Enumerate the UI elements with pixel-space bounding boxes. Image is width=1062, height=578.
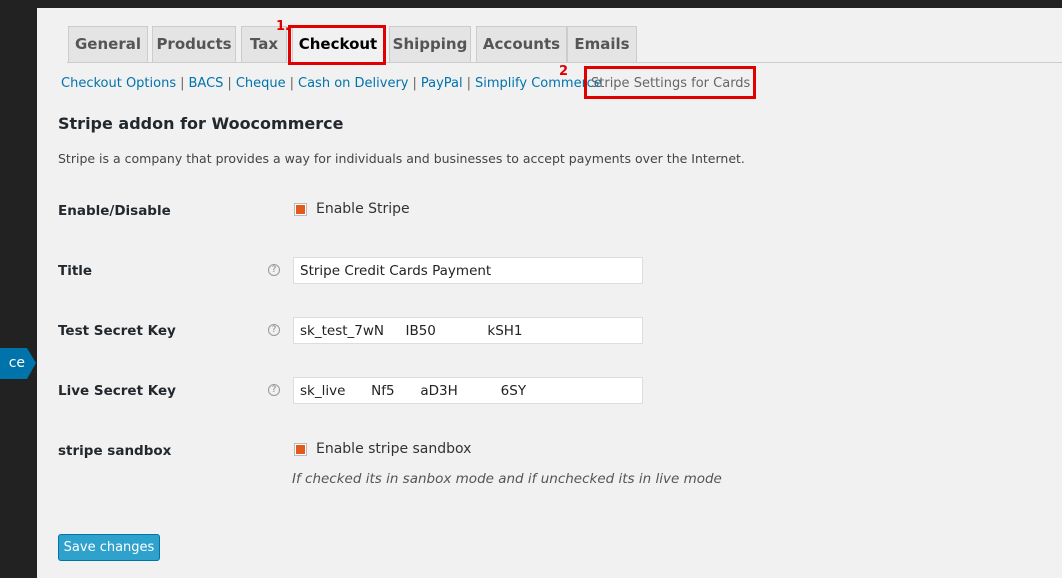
sandbox-checkbox[interactable]: [294, 443, 307, 456]
subnav-checkout-options[interactable]: Checkout Options: [61, 76, 176, 91]
subnav-separator: |: [289, 76, 295, 91]
tabs-divider: [67, 62, 1062, 63]
title-input[interactable]: [293, 257, 643, 284]
enable-label: Enable/Disable: [58, 203, 171, 219]
title-label: Title: [58, 263, 93, 279]
subnav-separator: |: [180, 76, 185, 91]
subnav-separator: |: [227, 76, 232, 91]
settings-page: General Products Tax Checkout Shipping A…: [37, 8, 1062, 578]
sandbox-checkbox-label: Enable stripe sandbox: [316, 441, 472, 457]
live-secret-key-label: Live Secret Key: [58, 383, 176, 399]
tab-accounts[interactable]: Accounts: [476, 26, 567, 62]
admin-sidebar: ce: [0, 0, 37, 578]
help-icon[interactable]: ?: [268, 324, 280, 336]
section-description: Stripe is a company that provides a way …: [58, 151, 745, 166]
subnav-bacs[interactable]: BACS: [189, 76, 224, 91]
enable-stripe-checkbox-label: Enable Stripe: [316, 201, 410, 217]
subnav-paypal[interactable]: PayPal: [421, 76, 463, 91]
test-secret-key-label: Test Secret Key: [58, 323, 176, 339]
tab-emails[interactable]: Emails: [567, 26, 637, 62]
subnav-separator: |: [466, 76, 472, 91]
sandbox-note: If checked its in sanbox mode and if unc…: [292, 471, 722, 487]
highlight-stripe-link: [584, 66, 756, 99]
section-title: Stripe addon for Woocommerce: [58, 114, 344, 133]
subnav-cheque[interactable]: Cheque: [236, 76, 286, 91]
sidebar-item-woocommerce[interactable]: ce: [0, 348, 27, 379]
test-secret-key-input[interactable]: [293, 317, 643, 344]
tab-general[interactable]: General: [68, 26, 148, 62]
help-icon[interactable]: ?: [268, 384, 280, 396]
subnav-simplify-commerce[interactable]: Simplify Commerce: [475, 76, 602, 91]
tab-products[interactable]: Products: [152, 26, 236, 62]
subnav-separator: |: [412, 76, 417, 91]
enable-stripe-checkbox[interactable]: [294, 203, 307, 216]
sidebar-active-arrow-icon: [27, 348, 36, 379]
live-secret-key-input[interactable]: [293, 377, 643, 404]
sandbox-label: stripe sandbox: [58, 443, 172, 459]
save-changes-button[interactable]: Save changes: [58, 534, 160, 561]
annotation-marker-2: 2: [559, 64, 569, 79]
checkout-subnav: Checkout Options | BACS | Cheque | Cash on Del…: [61, 76, 602, 91]
help-icon[interactable]: ?: [268, 264, 280, 276]
highlight-checkout-tab: [288, 25, 386, 65]
annotation-marker-1: 1.: [276, 19, 290, 34]
tab-shipping[interactable]: Shipping: [389, 26, 471, 62]
subnav-cash-on-delivery[interactable]: Cash on Delivery: [298, 76, 408, 91]
